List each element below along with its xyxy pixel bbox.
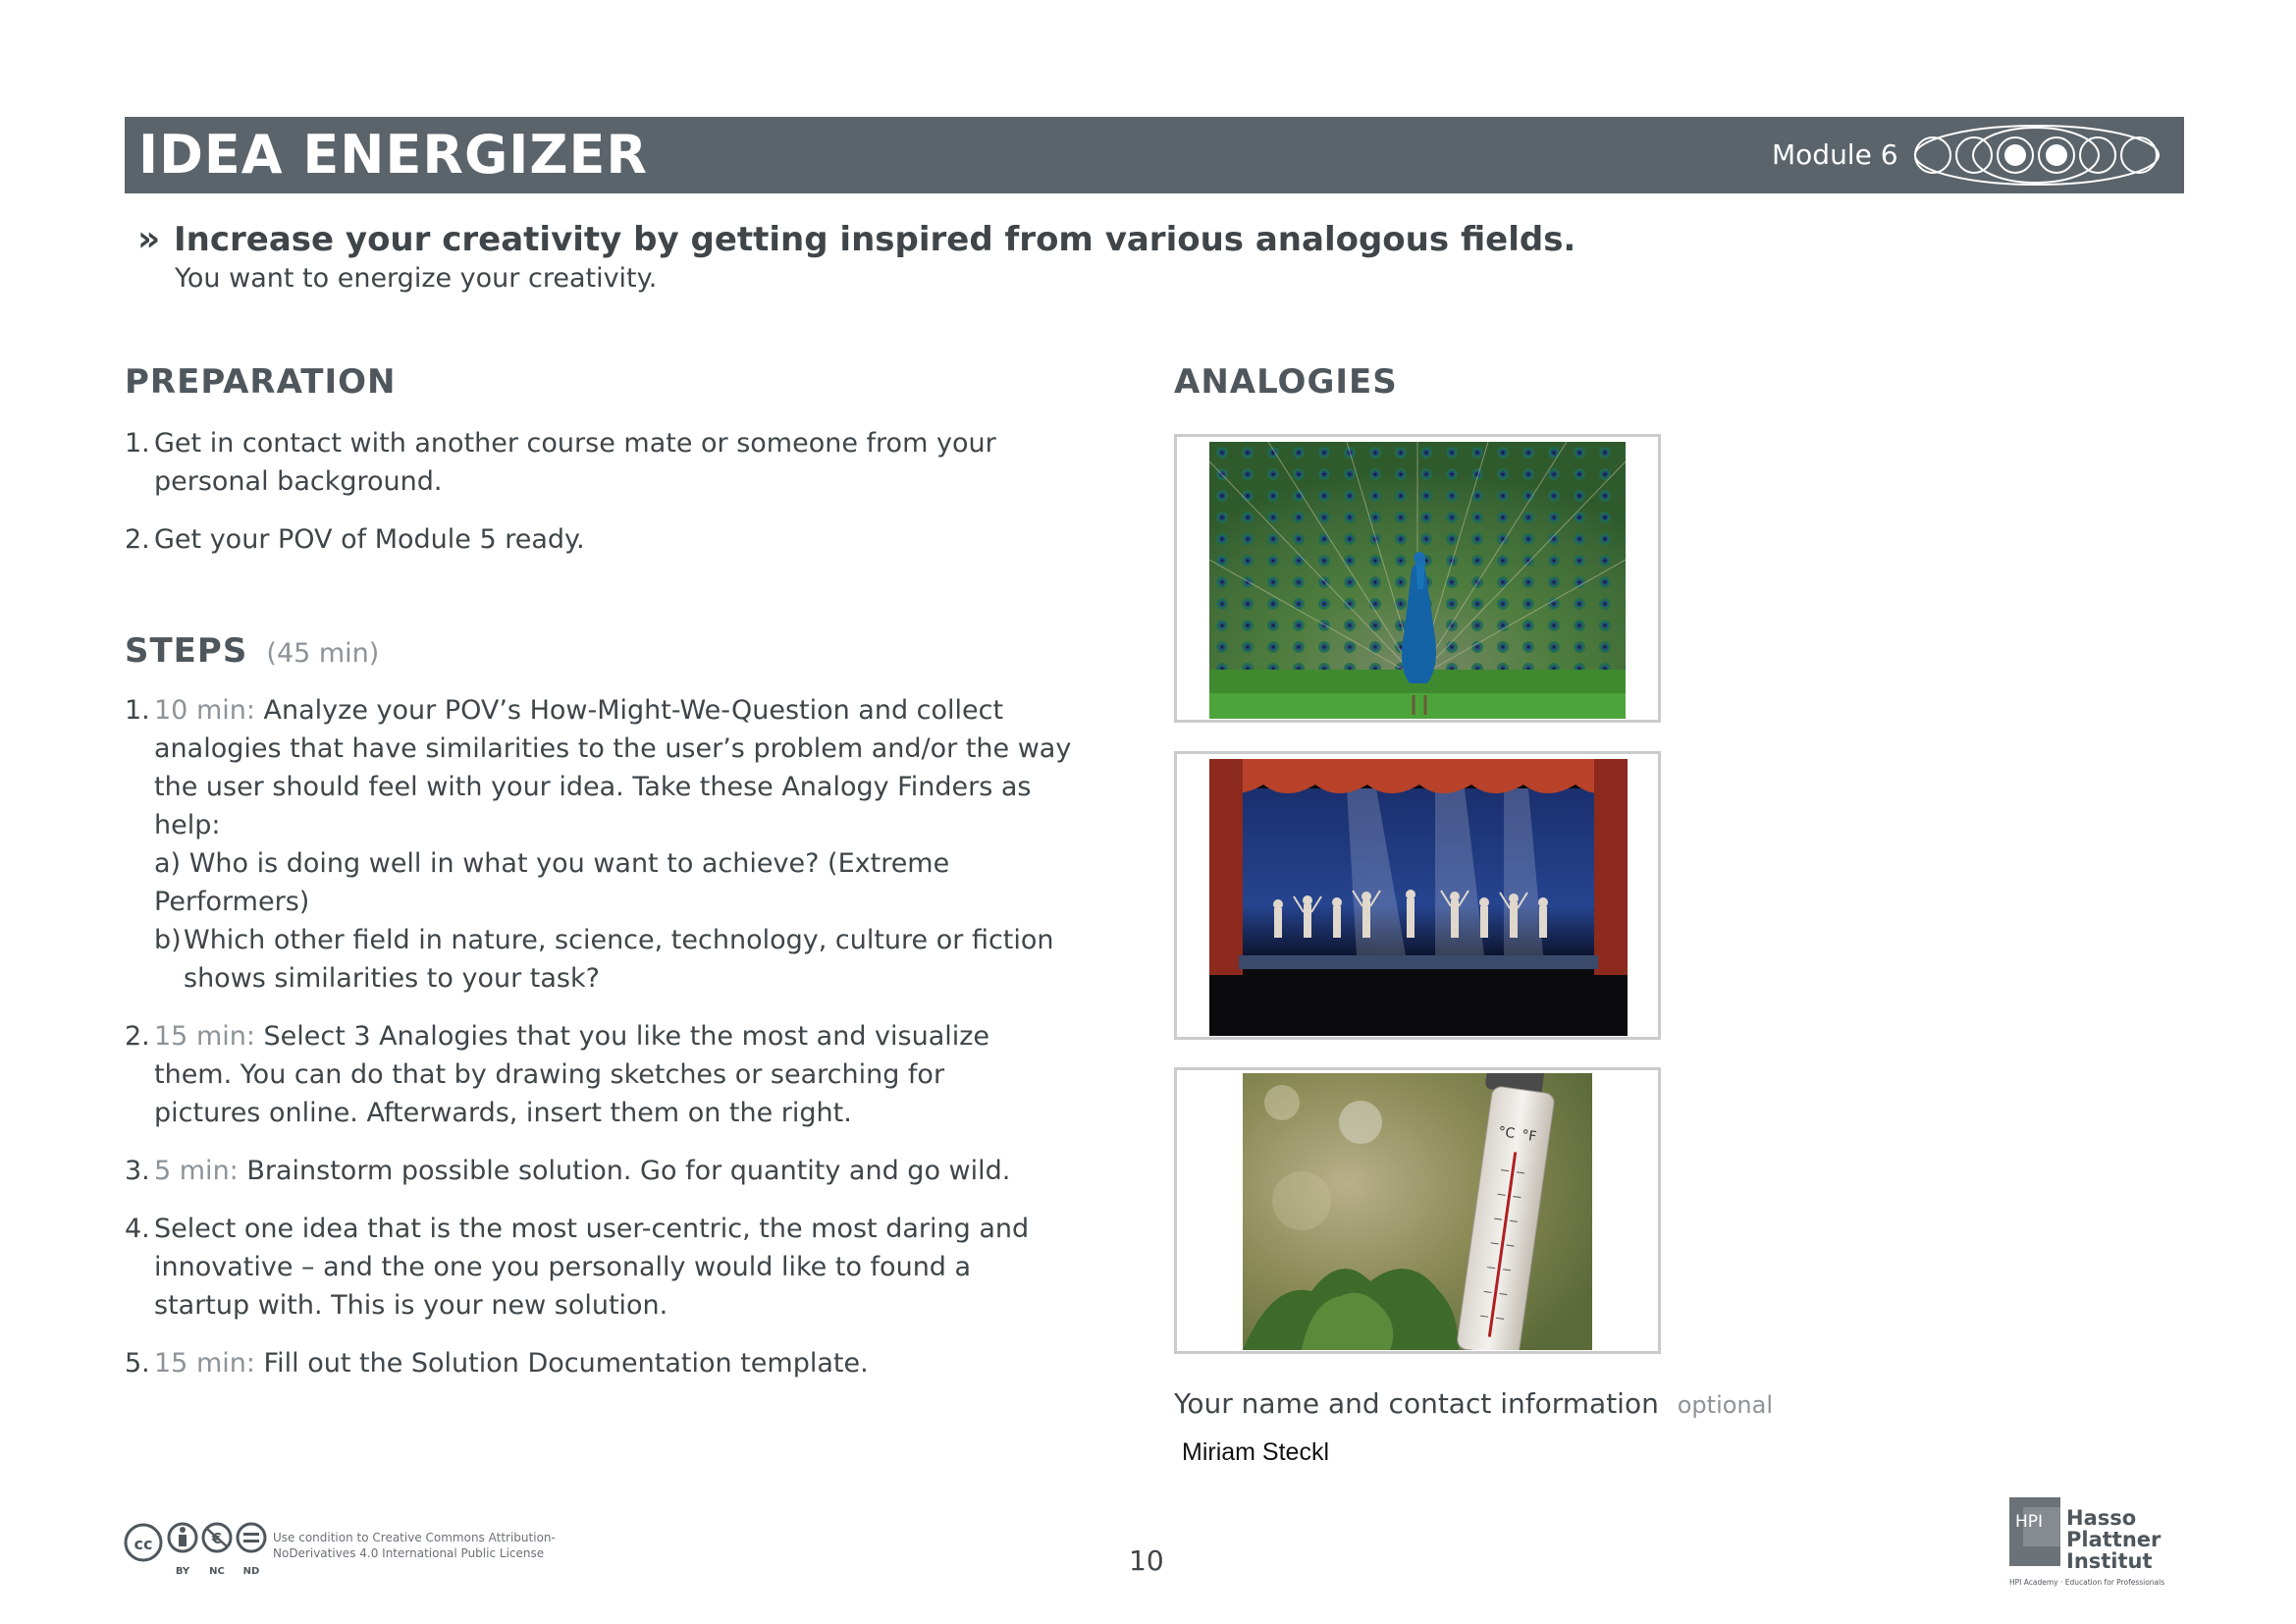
step-text: Select one idea that is the most user-ce… xyxy=(154,1214,1030,1321)
module-circle-1 xyxy=(1914,136,1951,174)
hpi-logo-icon: HPI Hasso Plattner Institut HPI Academy … xyxy=(2009,1497,2164,1587)
step-text: Brainstorm possible solution. Go for qua… xyxy=(246,1156,1011,1186)
analogy-image-frame-2 xyxy=(1174,751,1661,1040)
subtitle-arrow-icon: » xyxy=(137,219,161,259)
stage-performance-image xyxy=(1209,759,1628,1036)
license-text: Use condition to Creative Commons Attrib… xyxy=(273,1531,556,1560)
step-item: 3. 5 min: Brainstorm possible solution. … xyxy=(125,1152,1067,1190)
steps-list: 1. 10 min: Analyze your POV’s How-Might-… xyxy=(125,691,1071,1382)
creative-commons-icon: cc € BY NC ND xyxy=(124,1522,267,1577)
step-item: 5. 15 min: Fill out the Solution Documen… xyxy=(125,1344,1067,1382)
hpi-box-text: HPI xyxy=(2015,1512,2043,1532)
step-item: 2. 15 min: Select 3 Analogies that you l… xyxy=(125,1017,1038,1132)
item-number: 4. xyxy=(125,1214,150,1244)
module-label: Module 6 xyxy=(1772,138,1898,171)
steps-heading: STEPS xyxy=(125,631,248,671)
celsius-label: °C xyxy=(1497,1124,1516,1142)
thermometer-image: °C °F xyxy=(1243,1073,1592,1350)
svg-text:cc: cc xyxy=(134,1535,153,1553)
steps-duration: (45 min) xyxy=(266,638,380,669)
preparation-heading: PREPARATION xyxy=(125,362,397,402)
item-number: 3. xyxy=(125,1156,150,1186)
step-item: 1. 10 min: Analyze your POV’s How-Might-… xyxy=(125,691,1087,998)
item-number: 2. xyxy=(125,524,150,555)
subitem-number: b) xyxy=(154,925,182,955)
module-circle-3-fill xyxy=(2004,144,2026,166)
fahrenheit-label: °F xyxy=(1521,1127,1537,1145)
analogy-image-frame-3: °C °F xyxy=(1174,1067,1661,1354)
module-circle-6 xyxy=(2120,136,2158,174)
step-time: 15 min: xyxy=(154,1348,255,1379)
page-title: IDEA ENERGIZER xyxy=(138,124,648,186)
cc-nc-label: NC xyxy=(209,1566,225,1577)
subitem-text: Which other field in nature, science, te… xyxy=(184,925,1054,994)
subtitle-main: Increase your creativity by getting insp… xyxy=(174,220,1576,259)
subitem-text: Who is doing well in what you want to ac… xyxy=(154,848,950,917)
steps-heading-row: STEPS (45 min) xyxy=(125,629,379,673)
peacock-image xyxy=(1209,442,1626,719)
item-number: 5. xyxy=(125,1348,150,1379)
step-item: 4. Select one idea that is the most user… xyxy=(125,1210,1038,1325)
step-text: Fill out the Solution Documentation temp… xyxy=(263,1348,869,1379)
item-text: Get in contact with another course mate … xyxy=(154,428,996,497)
step-subitem: a) Who is doing well in what you want to… xyxy=(154,844,1087,921)
item-number: 1. xyxy=(125,695,150,726)
contact-name-field[interactable]: Miriam Steckl xyxy=(1182,1438,1329,1467)
step-time: 15 min: xyxy=(154,1021,255,1052)
step-text: Select 3 Analogies that you like the mos… xyxy=(154,1021,990,1128)
module-progress-indicator xyxy=(1914,125,2160,186)
item-text: Get your POV of Module 5 ready. xyxy=(154,524,585,555)
module-circle-4-fill xyxy=(2046,144,2067,166)
step-text: Analyze your POV’s How-Might-We-Question… xyxy=(154,695,1072,840)
cc-by-label: BY xyxy=(176,1566,190,1577)
contact-optional: optional xyxy=(1677,1391,1774,1419)
preparation-item: 2. Get your POV of Module 5 ready. xyxy=(125,520,1067,559)
item-number: 1. xyxy=(125,428,150,459)
step-time: 5 min: xyxy=(154,1156,239,1186)
step-time: 10 min: xyxy=(154,695,255,726)
contact-label-row: Your name and contact information option… xyxy=(1174,1385,1773,1424)
preparation-list: 1. Get in contact with another course ma… xyxy=(125,424,1067,559)
analogy-image-frame-1 xyxy=(1174,434,1661,723)
page-number: 10 xyxy=(1129,1544,1164,1577)
contact-label: Your name and contact information xyxy=(1174,1387,1659,1420)
item-number: 2. xyxy=(125,1021,150,1052)
analogies-heading: ANALOGIES xyxy=(1174,362,1398,402)
logo-line-2: Plattner xyxy=(2066,1528,2162,1551)
logo-tagline: HPI Academy · Education for Professional… xyxy=(2009,1578,2164,1587)
step-subitem: b) Which other field in nature, science,… xyxy=(154,921,1087,998)
logo-line-1: Hasso xyxy=(2066,1506,2136,1530)
cc-nd-label: ND xyxy=(243,1566,260,1577)
subtitle-sub: You want to energize your creativity. xyxy=(175,263,658,294)
subitem-number: a) xyxy=(154,848,182,879)
logo-line-3: Institut xyxy=(2066,1549,2153,1573)
preparation-item: 1. Get in contact with another course ma… xyxy=(125,424,1067,501)
